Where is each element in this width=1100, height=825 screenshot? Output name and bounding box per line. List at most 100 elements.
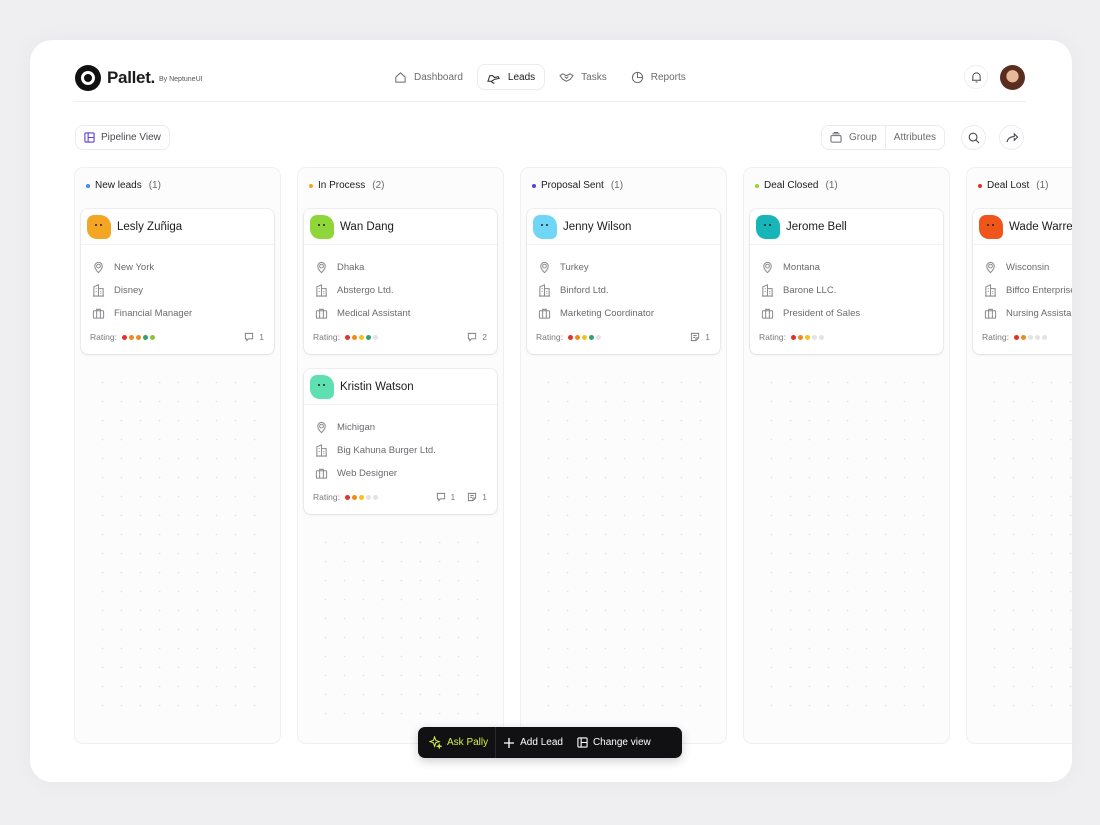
card-meta[interactable]: 1 — [467, 492, 487, 502]
rating-dot — [588, 334, 594, 340]
briefcase-icon — [538, 308, 551, 319]
card-meta[interactable]: 2 — [467, 332, 487, 342]
lead-name[interactable]: Wan Dang — [340, 221, 394, 233]
user-avatar[interactable] — [1000, 65, 1025, 90]
lead-card[interactable]: Jerome Bell Montana Barone LLC. President o… — [750, 209, 943, 354]
lead-card[interactable]: Kristin Watson Michigan Big Kahuna Burger … — [304, 369, 497, 514]
rating-dot — [372, 334, 378, 340]
bell-icon — [971, 72, 981, 83]
nav-label: Tasks — [581, 71, 607, 83]
card-details: Michigan Big Kahuna Burger Ltd. Web Design… — [315, 416, 436, 485]
group-attributes-control: Group Attributes — [822, 126, 944, 149]
column-title: Proposal Sent — [541, 180, 604, 191]
lead-name[interactable]: Lesly Zuñiga — [117, 221, 182, 233]
column-header[interactable]: In Process (2) — [309, 180, 384, 191]
rating-dots — [790, 334, 824, 340]
card-meta[interactable]: 1 — [436, 492, 455, 502]
card-details: New York Disney Financial Manager — [92, 256, 192, 325]
rating-dot — [121, 334, 127, 340]
building-icon — [761, 284, 774, 297]
nav-label: Reports — [650, 71, 686, 83]
column-header[interactable]: New leads (1) — [86, 180, 161, 191]
lead-role: Web Designer — [315, 462, 436, 485]
lead-avatar-icon — [533, 214, 557, 239]
column-status-dot — [978, 183, 982, 188]
card-details: Montana Barone LLC. President of Sales — [761, 256, 860, 325]
search-button[interactable] — [962, 126, 985, 149]
group-button[interactable]: Group — [822, 126, 885, 149]
lead-avatar-icon — [87, 214, 111, 239]
lead-card[interactable]: Jenny Wilson Turkey Binford Ltd. Marketing … — [527, 209, 720, 354]
column-header[interactable]: Deal Lost (1) — [978, 180, 1048, 191]
lead-role: Medical Assistant — [315, 302, 410, 325]
comment-icon — [468, 332, 477, 342]
lead-company: Biffco Enterprises Ltd. — [984, 279, 1072, 302]
kanban-icon — [577, 737, 588, 748]
rating-dot — [790, 334, 796, 340]
ask-pally-button[interactable]: Ask Pally — [422, 731, 495, 754]
pipeline-view-button[interactable]: Pipeline View — [76, 126, 169, 149]
location-pin-icon — [763, 261, 772, 274]
lead-location: Wisconsin — [984, 256, 1072, 279]
app-window: Pallet. By NeptuneUI Dashboard Leads Tas… — [30, 40, 1072, 782]
rating-dot — [358, 334, 364, 340]
home-icon — [395, 71, 406, 83]
nav-reports[interactable]: Reports — [622, 65, 695, 89]
column-header[interactable]: Deal Closed (1) — [755, 180, 838, 191]
building-icon — [92, 284, 105, 297]
location-pin-icon — [94, 261, 103, 274]
attributes-button[interactable]: Attributes — [884, 126, 944, 149]
column-header[interactable]: Proposal Sent (1) — [532, 180, 623, 191]
empty-drop-area — [985, 373, 1072, 723]
pipeline-column: Proposal Sent (1) Jenny Wilson Turkey Binfor… — [521, 168, 726, 743]
change-view-label: Change view — [592, 737, 651, 748]
column-count: (2) — [372, 180, 385, 191]
rating-dot — [135, 334, 141, 340]
rating-label: Rating: — [536, 332, 563, 342]
rating-dot — [149, 334, 155, 340]
nav-tasks[interactable]: Tasks — [550, 65, 616, 89]
rating-dot — [351, 334, 357, 340]
lead-name[interactable]: Jenny Wilson — [563, 221, 631, 233]
plus-icon — [504, 737, 515, 748]
meta-count: 1 — [482, 492, 487, 502]
pie-chart-icon — [631, 71, 643, 83]
lead-name[interactable]: Jerome Bell — [786, 221, 847, 233]
lead-card[interactable]: Wade Warren WisconsinBiffco Enterprises L… — [973, 209, 1072, 354]
lead-card[interactable]: Wan Dang Dhaka Abstergo Ltd. Medical Assist… — [304, 209, 497, 354]
meta-count: 1 — [705, 332, 710, 342]
lead-location: Montana — [761, 256, 860, 279]
card-meta[interactable]: 1 — [244, 332, 264, 342]
lead-company: Abstergo Ltd. — [315, 279, 410, 302]
rating-label: Rating: — [313, 492, 340, 502]
rating-dot — [351, 494, 357, 500]
share-button[interactable] — [1000, 126, 1023, 149]
nav-leads[interactable]: Leads — [477, 65, 545, 89]
lead-name[interactable]: Wade Warren — [1009, 221, 1072, 233]
card-meta[interactable]: 1 — [690, 332, 710, 342]
note-icon — [691, 332, 700, 342]
leads-icon — [487, 74, 500, 84]
pipeline-column: In Process (2) Wan Dang Dhaka Abstergo Ltd. M… — [298, 168, 503, 743]
pipeline-column: Deal Closed (1) Jerome Bell Montana Barone L… — [744, 168, 949, 743]
change-view-button[interactable]: Change view — [570, 731, 658, 754]
attributes-label: Attributes — [893, 132, 937, 143]
add-lead-button[interactable]: Add Lead — [496, 731, 570, 754]
pipeline-column: Deal Lost (1) Wade Warren WisconsinBiffco E… — [967, 168, 1072, 743]
rating-dot — [344, 334, 350, 340]
lead-name[interactable]: Kristin Watson — [340, 381, 414, 393]
rating-label: Rating: — [759, 332, 786, 342]
logo[interactable]: Pallet. By NeptuneUI — [75, 65, 203, 91]
rating-dots — [1013, 334, 1047, 340]
notifications-button[interactable] — [965, 66, 987, 88]
lead-role: Marketing Coordinator — [538, 302, 654, 325]
lead-company: Barone LLC. — [761, 279, 860, 302]
building-icon — [984, 284, 997, 297]
column-status-dot — [309, 183, 313, 188]
rating-dot — [142, 334, 148, 340]
lead-card[interactable]: Lesly Zuñiga New York Disney Financial Mana… — [81, 209, 274, 354]
rating-label: Rating: — [90, 332, 117, 342]
column-title: Deal Closed — [764, 180, 819, 191]
briefcase-icon — [315, 308, 328, 319]
nav-dashboard[interactable]: Dashboard — [385, 65, 472, 89]
